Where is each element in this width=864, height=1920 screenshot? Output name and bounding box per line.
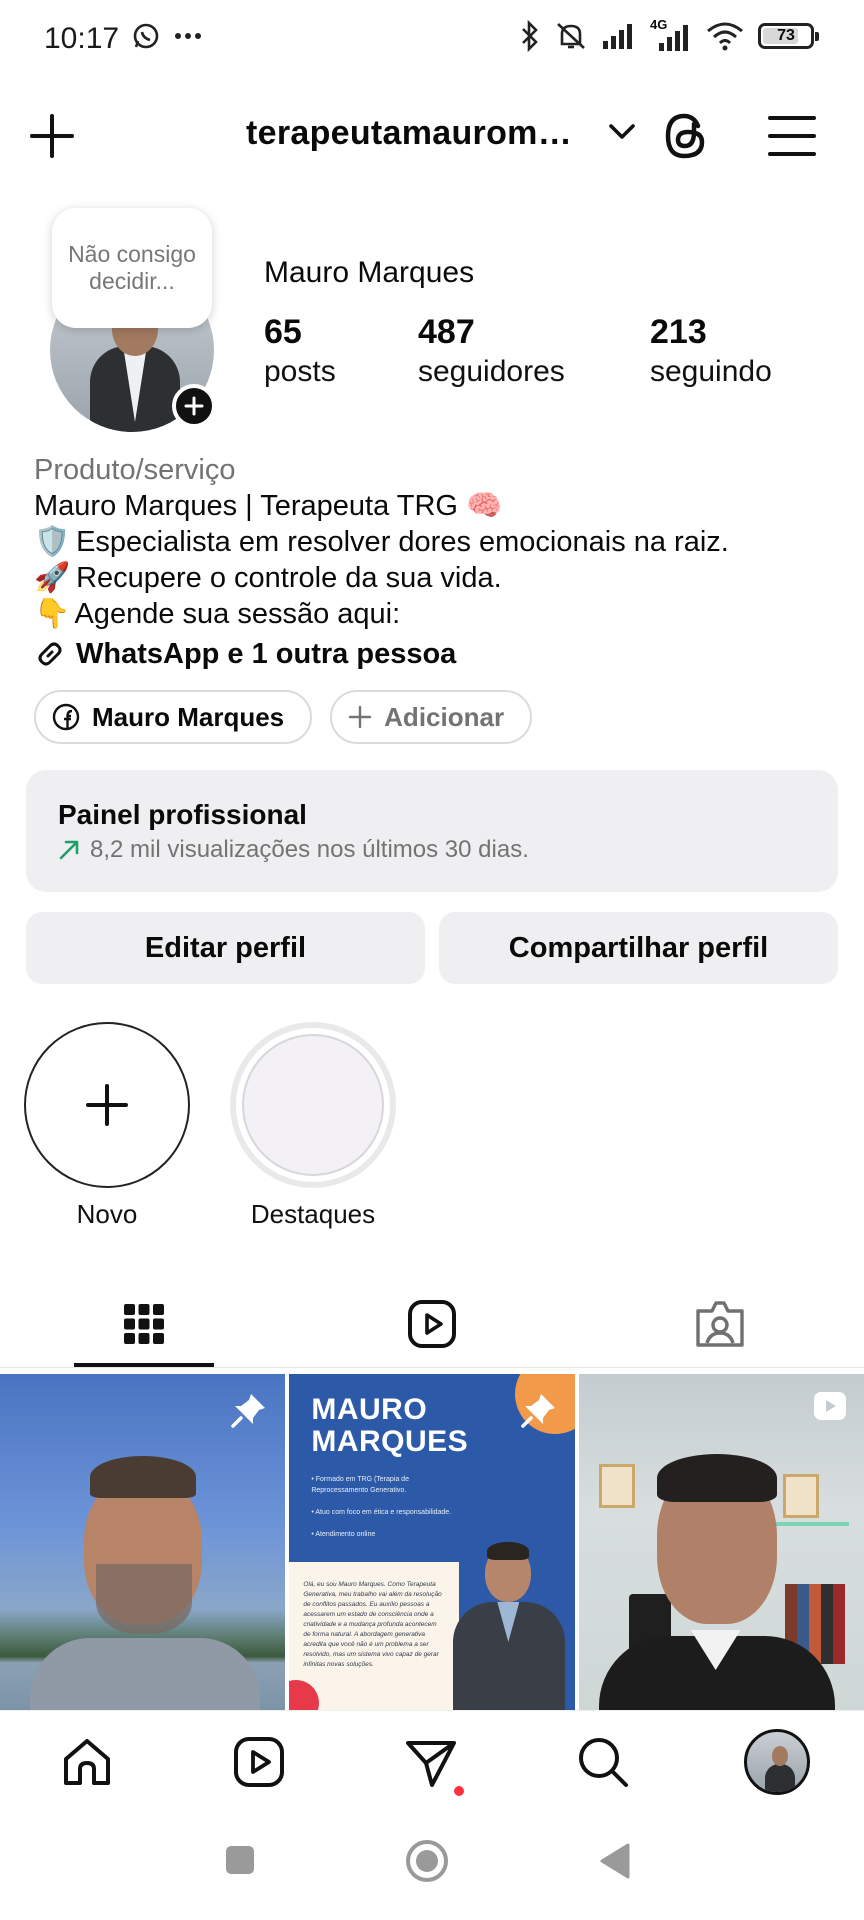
profile-link[interactable]: WhatsApp e 1 outra pessoa (34, 634, 834, 674)
search-icon[interactable] (576, 1735, 630, 1789)
profile-chips: Mauro Marques Adicionar (34, 690, 533, 744)
add-story-icon[interactable] (172, 384, 216, 428)
professional-dashboard[interactable]: Painel profissional 8,2 mil visualizaçõe… (26, 770, 838, 892)
stat-value: 65 (264, 313, 302, 351)
rocket-emoji-icon: 🚀 (34, 562, 71, 594)
stat-label: posts (264, 355, 336, 388)
edit-profile-button[interactable]: Editar perfil (26, 912, 425, 984)
stat-label: seguindo (650, 355, 772, 388)
recents-icon[interactable] (224, 1844, 256, 1876)
post-thumbnail[interactable] (578, 1374, 864, 1710)
status-time: 10:17 (44, 22, 120, 55)
profile-actions: Editar perfil Compartilhar perfil (26, 912, 838, 984)
profile-tabs (0, 1280, 864, 1368)
battery-icon: 73 (758, 23, 819, 49)
active-tab-indicator (74, 1363, 214, 1367)
plus-icon[interactable] (28, 112, 76, 160)
silent-icon (557, 23, 585, 49)
trend-up-icon (59, 840, 79, 860)
bio-line: Mauro Marques | Terapeuta TRG 🧠 (34, 490, 503, 522)
bio-line: 🚀 Recupere o controle da sua vida. (34, 560, 834, 596)
notification-dot (454, 1786, 464, 1796)
stat-posts[interactable]: 65 posts (264, 312, 336, 392)
signal-icon (603, 24, 632, 49)
highlight-destaques[interactable]: Destaques (230, 1022, 396, 1232)
back-icon[interactable] (598, 1842, 632, 1880)
posts-grid: MAURO MARQUES • Formado em TRG (Terapia d… (0, 1374, 864, 1710)
note-bubble[interactable]: Não consigo decidir... (52, 208, 212, 328)
bottom-nav (0, 1710, 864, 1814)
bio-text: Agende sua sessão aqui: (74, 598, 401, 630)
posts-grid-icon (124, 1304, 164, 1344)
reels-icon[interactable] (232, 1735, 286, 1789)
highlight-label: Novo (76, 1199, 138, 1229)
link-icon (38, 642, 62, 666)
full-name: Mauro Marques (264, 256, 475, 289)
tab-reels[interactable] (362, 1280, 502, 1368)
threads-icon[interactable] (662, 110, 710, 162)
facebook-chip[interactable]: Mauro Marques (34, 690, 313, 744)
stat-followers[interactable]: 487 seguidores (418, 312, 565, 392)
profile-header: terapeutamauromarques (0, 96, 864, 176)
bluetooth-icon (522, 20, 538, 52)
share-profile-button[interactable]: Compartilhar perfil (439, 912, 838, 984)
profile-avatar[interactable] (744, 1729, 810, 1795)
pin-icon (231, 1394, 266, 1428)
post-thumbnail[interactable]: MAURO MARQUES • Formado em TRG (Terapia d… (289, 1374, 575, 1710)
status-bar: 10:17 4G 73 (0, 0, 864, 80)
stat-value: 213 (650, 313, 707, 351)
post-thumbnail[interactable] (0, 1374, 286, 1710)
chip-label: Mauro Marques (92, 701, 285, 732)
views-text: 8,2 mil visualizações nos últimos 30 dia… (90, 836, 529, 863)
plus-icon (86, 1084, 128, 1126)
category-label: Produto/serviço (34, 454, 236, 486)
plus-icon (348, 705, 372, 729)
add-chip[interactable]: Adicionar (330, 690, 533, 744)
home-nav-icon[interactable] (404, 1838, 450, 1884)
story-highlights: Novo Destaques (24, 1022, 396, 1232)
highlight-label: Destaques (250, 1199, 376, 1229)
menu-icon[interactable] (768, 114, 816, 158)
stat-label: seguidores (418, 355, 565, 388)
pointing-down-emoji-icon: 👇 (34, 598, 71, 630)
reels-icon (408, 1300, 456, 1348)
highlight-cover (230, 1022, 396, 1188)
panel-subtitle: 8,2 mil visualizações nos últimos 30 dia… (58, 832, 806, 868)
tagged-icon (696, 1301, 744, 1347)
bio-text: Especialista em resolver dores emocionai… (76, 526, 729, 558)
wifi-icon (707, 22, 743, 51)
bio-line: 👇 Agende sua sessão aqui: (34, 596, 834, 632)
username[interactable]: terapeutamauromarques (246, 114, 586, 153)
poster-text: Olá, eu sou Mauro Marques. Como Terapeut… (289, 1562, 460, 1710)
link-text: WhatsApp e 1 outra pessoa (76, 638, 457, 670)
signal-4g-icon: 4G (650, 17, 692, 51)
bio-line: 🛡️ Especialista em resolver dores emocio… (34, 524, 834, 560)
stat-value: 487 (418, 313, 475, 351)
home-icon[interactable] (60, 1735, 114, 1789)
bio-text: Recupere o controle da sua vida. (76, 562, 502, 594)
poster-list: • Formado em TRG (Terapia de Reprocessam… (311, 1476, 452, 1538)
panel-title: Painel profissional (58, 799, 307, 830)
tab-tagged[interactable] (650, 1280, 790, 1368)
bio: Produto/serviço Mauro Marques | Terapeut… (34, 452, 834, 674)
more-dots-icon (175, 33, 201, 39)
chip-label: Adicionar (384, 701, 505, 732)
facebook-icon (52, 703, 80, 731)
direct-icon[interactable] (404, 1735, 458, 1789)
reel-icon (813, 1392, 846, 1420)
poster-title: MAURO MARQUES (311, 1393, 469, 1458)
highlight-new[interactable]: Novo (24, 1022, 190, 1232)
whatsapp-icon (133, 23, 159, 49)
pin-icon (520, 1394, 555, 1428)
tab-posts[interactable] (74, 1280, 214, 1368)
stat-following[interactable]: 213 seguindo (650, 312, 772, 392)
shield-emoji-icon: 🛡️ (34, 526, 71, 558)
chevron-down-icon[interactable] (606, 120, 638, 144)
new-highlight-circle (24, 1022, 190, 1188)
system-nav (0, 1814, 864, 1920)
battery-level: 73 (777, 27, 795, 44)
